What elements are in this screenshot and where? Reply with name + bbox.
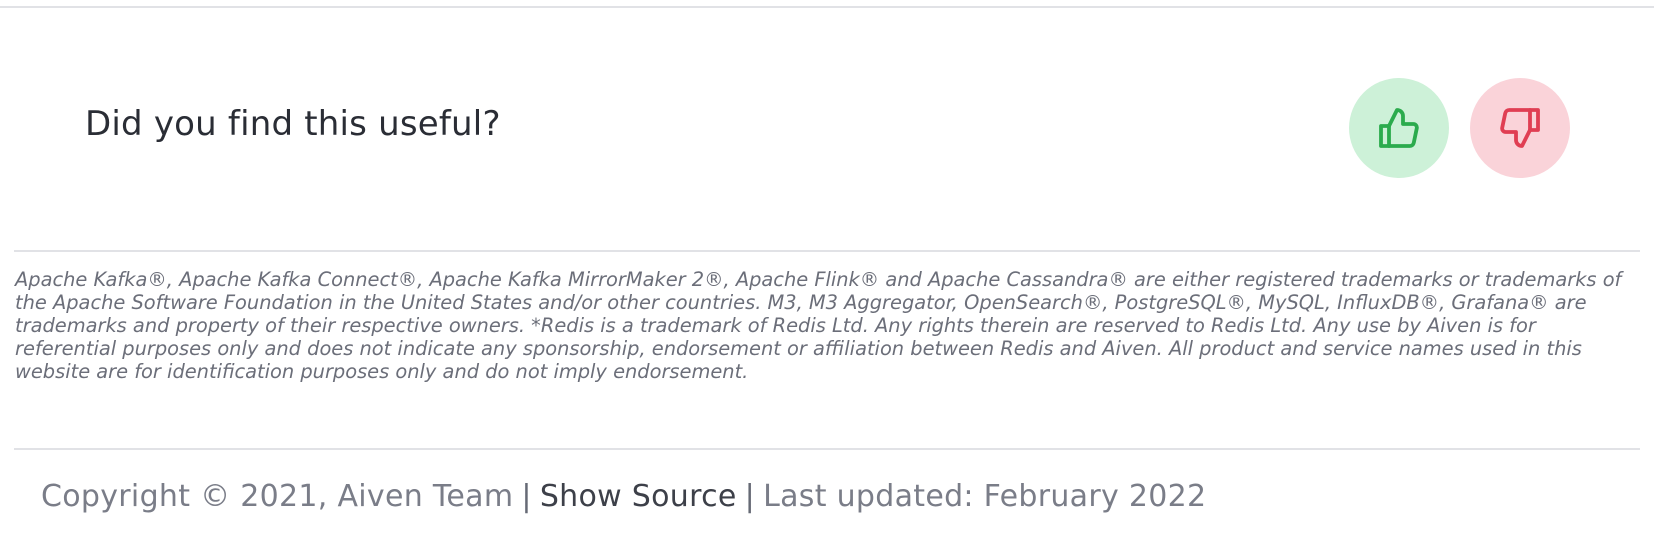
show-source-link[interactable]: Show Source: [540, 479, 737, 514]
trademark-disclaimer: Apache Kafka®, Apache Kafka Connect®, Ap…: [15, 268, 1622, 383]
thumbs-up-button[interactable]: [1349, 78, 1449, 178]
feedback-question: Did you find this useful?: [85, 104, 501, 144]
last-updated-text: Last updated: February 2022: [763, 479, 1207, 514]
middle-divider: [14, 250, 1640, 252]
site-footer: Copyright © 2021, Aiven Team | Show Source…: [41, 479, 1206, 514]
top-divider: [0, 6, 1654, 8]
footer-separator: |: [521, 479, 532, 514]
page-footer-area: Did you find this useful? Apache Kafka®,…: [0, 0, 1654, 536]
footer-divider: [14, 448, 1640, 450]
copyright-text: Copyright © 2021, Aiven Team: [41, 479, 514, 514]
thumbs-down-button[interactable]: [1470, 78, 1570, 178]
footer-separator: |: [744, 479, 756, 514]
thumbs-up-icon: [1375, 104, 1423, 152]
thumbs-down-icon: [1496, 104, 1544, 152]
